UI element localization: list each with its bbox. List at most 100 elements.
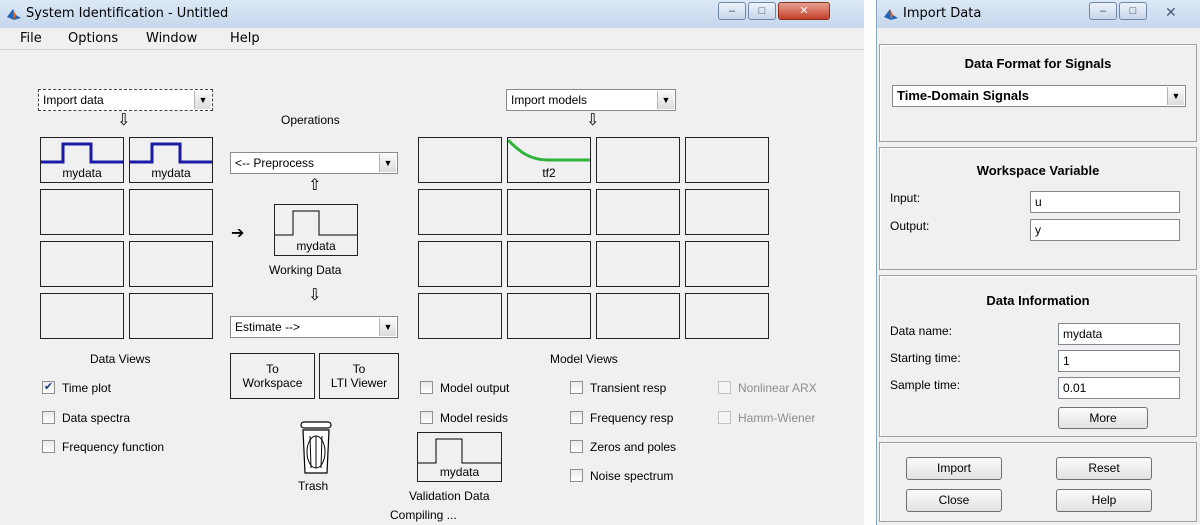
model-board-slot-11[interactable]	[596, 241, 680, 287]
model-board-slot-6[interactable]	[507, 189, 591, 235]
menu-window[interactable]: Window	[146, 31, 197, 46]
close-button[interactable]: Close	[906, 489, 1002, 512]
data-format-panel: Data Format for Signals Time-Domain Sign…	[879, 44, 1197, 142]
checkbox-icon	[420, 381, 433, 395]
data-board-slot-8[interactable]	[129, 293, 213, 339]
trash-icon[interactable]	[296, 420, 336, 476]
reset-button[interactable]: Reset	[1056, 457, 1152, 480]
model-board-slot-2-label: tf2	[542, 166, 556, 180]
menu-help[interactable]: Help	[230, 31, 260, 46]
checkbox-icon	[420, 411, 433, 425]
data-board-slot-3[interactable]	[40, 189, 124, 235]
data-board-slot-2-label: mydata	[151, 166, 191, 180]
model-board-slot-3[interactable]	[596, 137, 680, 183]
starting-time-label: Starting time:	[890, 351, 961, 365]
data-board-slot-7[interactable]	[40, 293, 124, 339]
model-board-slot-5[interactable]	[418, 189, 502, 235]
help-button[interactable]: Help	[1056, 489, 1152, 512]
import-models-popup[interactable]: Import models ▼	[506, 89, 676, 111]
import-data-popup[interactable]: Import data ▼	[38, 89, 213, 111]
preprocess-popup[interactable]: <-- Preprocess ▼	[230, 152, 398, 174]
model-board-slot-1[interactable]	[418, 137, 502, 183]
checkbox-icon	[718, 411, 731, 425]
model-board-slot-8[interactable]	[685, 189, 769, 235]
model-resids-checkbox[interactable]: Model resids	[420, 411, 508, 427]
maximize-button[interactable]: □	[748, 2, 776, 20]
time-plot-checkbox[interactable]: ✔ Time plot	[42, 381, 111, 397]
model-board-slot-10[interactable]	[507, 241, 591, 287]
data-format-popup[interactable]: Time-Domain Signals ▼	[892, 85, 1186, 107]
hamm-wiener-label: Hamm-Wiener	[738, 411, 816, 425]
to-lti-viewer-line2: LTI Viewer	[330, 376, 388, 390]
maximize-button[interactable]: □	[1119, 2, 1147, 20]
operations-label: Operations	[281, 113, 340, 127]
model-board-slot-13[interactable]	[418, 293, 502, 339]
import-dialog-title: Import Data	[903, 6, 982, 21]
close-window-button[interactable]: ✕	[778, 2, 830, 20]
data-format-value: Time-Domain Signals	[897, 88, 1029, 103]
zeros-and-poles-checkbox[interactable]: Zeros and poles	[570, 440, 676, 456]
down-arrow-icon: ⇩	[308, 287, 322, 304]
menu-file[interactable]: File	[20, 31, 42, 46]
estimate-popup-value: Estimate -->	[235, 320, 301, 334]
output-field[interactable]: y	[1030, 219, 1180, 241]
checkbox-icon	[570, 381, 583, 395]
to-workspace-line2: Workspace	[242, 376, 303, 390]
starting-time-field[interactable]: 1	[1058, 350, 1180, 372]
import-models-popup-value: Import models	[511, 93, 588, 107]
hamm-wiener-checkbox: Hamm-Wiener	[718, 411, 815, 427]
import-data-popup-value: Import data	[43, 93, 104, 107]
trash-label: Trash	[298, 479, 329, 493]
close-icon[interactable]: ✕	[1165, 4, 1177, 21]
chevron-down-icon: ▼	[379, 154, 396, 172]
model-board-slot-12[interactable]	[685, 241, 769, 287]
model-board-slot-9[interactable]	[418, 241, 502, 287]
model-board-slot-16[interactable]	[685, 293, 769, 339]
more-button[interactable]: More	[1058, 407, 1148, 429]
model-board-slot-15[interactable]	[596, 293, 680, 339]
input-field[interactable]: u	[1030, 191, 1180, 213]
model-board-slot-7[interactable]	[596, 189, 680, 235]
data-board-slot-6[interactable]	[129, 241, 213, 287]
validation-data-slot[interactable]: mydata	[417, 432, 502, 482]
model-output-checkbox[interactable]: Model output	[420, 381, 509, 397]
output-label: Output:	[890, 219, 930, 233]
model-board-slot-4[interactable]	[685, 137, 769, 183]
noise-spectrum-label: Noise spectrum	[590, 469, 674, 483]
minimize-button[interactable]: –	[1089, 2, 1117, 20]
import-data-dialog: Import Data – □ ✕ Data Format for Signal…	[876, 0, 1200, 525]
sample-time-field[interactable]: 0.01	[1058, 377, 1180, 399]
working-data-slot[interactable]: mydata	[274, 204, 358, 256]
data-information-panel: Data Information Data name: mydata Start…	[879, 275, 1197, 437]
frequency-function-checkbox[interactable]: Frequency function	[42, 440, 164, 456]
data-board-slot-5[interactable]	[40, 241, 124, 287]
import-button[interactable]: Import	[906, 457, 1002, 480]
model-board-slot-14[interactable]	[507, 293, 591, 339]
transient-resp-checkbox[interactable]: Transient resp	[570, 381, 666, 397]
frequency-resp-label: Frequency resp	[590, 411, 674, 425]
chevron-down-icon: ▼	[657, 91, 674, 109]
model-board-slot-2[interactable]: tf2	[507, 137, 591, 183]
data-board-slot-1-label: mydata	[62, 166, 102, 180]
right-arrow-icon: ➔	[231, 225, 245, 242]
to-workspace-button[interactable]: To Workspace	[230, 353, 315, 399]
sample-time-label: Sample time:	[890, 378, 961, 392]
minimize-button[interactable]: –	[718, 2, 746, 20]
down-arrow-icon: ⇩	[117, 112, 131, 129]
noise-spectrum-checkbox[interactable]: Noise spectrum	[570, 469, 673, 485]
nonlinear-arx-checkbox: Nonlinear ARX	[718, 381, 817, 397]
estimate-popup[interactable]: Estimate --> ▼	[230, 316, 398, 338]
chevron-down-icon: ▼	[194, 91, 211, 109]
model-output-label: Model output	[440, 381, 510, 395]
down-arrow-icon: ⇩	[586, 112, 600, 129]
data-board-slot-4[interactable]	[129, 189, 213, 235]
frequency-resp-checkbox[interactable]: Frequency resp	[570, 411, 673, 427]
data-board-slot-1[interactable]: mydata	[40, 137, 124, 183]
to-lti-viewer-button[interactable]: To LTI Viewer	[319, 353, 399, 399]
menu-options[interactable]: Options	[68, 31, 118, 46]
chevron-down-icon: ▼	[379, 318, 396, 336]
data-board-slot-2[interactable]: mydata	[129, 137, 213, 183]
data-name-field[interactable]: mydata	[1058, 323, 1180, 345]
working-data-label: Working Data	[269, 263, 342, 277]
data-spectra-checkbox[interactable]: Data spectra	[42, 411, 130, 427]
